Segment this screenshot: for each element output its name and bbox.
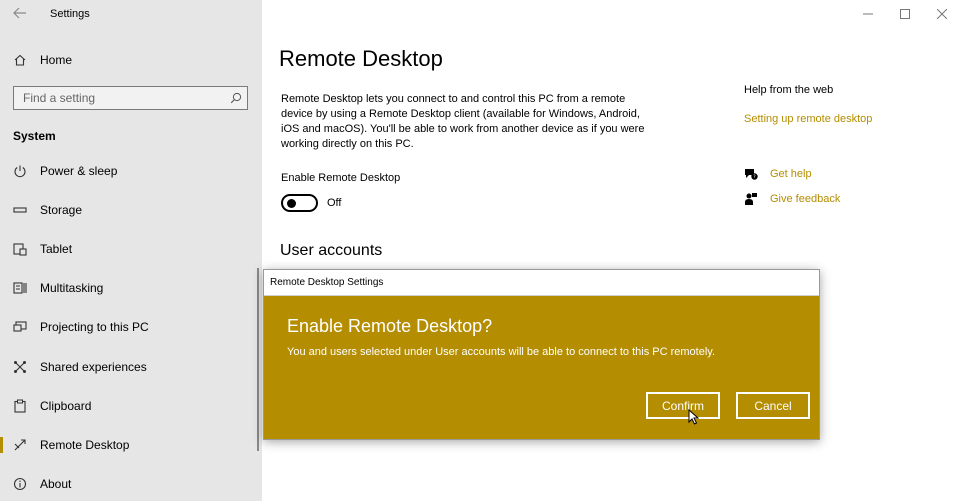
- dialog-message: You and users selected under User accoun…: [287, 346, 716, 358]
- enable-remote-desktop-dialog: Remote Desktop Settings Enable Remote De…: [263, 269, 820, 440]
- dialog-heading: Enable Remote Desktop?: [287, 316, 493, 336]
- maximize-icon: [899, 9, 910, 19]
- remote-desktop-toggle[interactable]: [281, 194, 318, 212]
- power-icon: [0, 164, 40, 178]
- help-title: Help from the web: [744, 84, 834, 96]
- cancel-button[interactable]: Cancel: [736, 392, 810, 419]
- chat-help-icon: ?: [744, 167, 770, 181]
- sidebar-item-label: About: [40, 477, 72, 492]
- get-help-link[interactable]: ? Get help: [744, 167, 812, 181]
- sidebar-item-clipboard[interactable]: Clipboard: [0, 386, 262, 425]
- close-button[interactable]: [923, 0, 960, 28]
- clipboard-icon: [0, 399, 40, 413]
- search-icon[interactable]: [225, 92, 247, 104]
- sidebar-nav: Power & sleep Storage Tablet Multitaskin…: [0, 151, 262, 501]
- sidebar-item-label: Remote Desktop: [40, 437, 130, 452]
- user-accounts-heading: User accounts: [280, 242, 383, 259]
- toggle-state-label: Off: [327, 197, 342, 209]
- info-icon: [0, 477, 40, 491]
- sidebar-item-multitasking[interactable]: Multitasking: [0, 269, 262, 308]
- minimize-icon: [862, 13, 873, 15]
- dialog-title-bar: Remote Desktop Settings: [264, 270, 819, 296]
- sidebar-item-label: Multitasking: [40, 281, 104, 296]
- sidebar-item-storage[interactable]: Storage: [0, 190, 262, 229]
- search-box[interactable]: [13, 86, 248, 110]
- minimize-button[interactable]: [849, 0, 886, 28]
- projecting-icon: [0, 320, 40, 334]
- confirm-button[interactable]: Confirm: [646, 392, 720, 419]
- shared-experiences-icon: [0, 360, 40, 374]
- setup-remote-desktop-link[interactable]: Setting up remote desktop: [744, 113, 872, 125]
- multitasking-icon: [0, 281, 40, 295]
- sidebar-item-remote-desktop[interactable]: Remote Desktop: [0, 425, 262, 464]
- give-feedback-label: Give feedback: [770, 193, 841, 205]
- sidebar-scrollbar[interactable]: [257, 268, 259, 451]
- sidebar: Settings Home System Power & sleep Stora…: [0, 0, 262, 501]
- home-icon: [0, 53, 40, 67]
- app-title: Settings: [50, 8, 90, 20]
- search-input[interactable]: [23, 91, 225, 105]
- nav-home-label: Home: [40, 53, 73, 67]
- page-title: Remote Desktop: [279, 46, 443, 71]
- sidebar-item-label: Power & sleep: [40, 163, 118, 178]
- tablet-icon: [0, 242, 40, 256]
- back-arrow-icon: [13, 7, 26, 19]
- page-description: Remote Desktop lets you connect to and c…: [281, 93, 645, 150]
- sidebar-item-label: Clipboard: [40, 398, 92, 413]
- close-icon: [936, 9, 947, 19]
- remote-desktop-icon: [0, 438, 40, 452]
- sidebar-item-label: Storage: [40, 202, 83, 217]
- toggle-knob: [287, 199, 296, 208]
- get-help-label: Get help: [770, 168, 812, 180]
- sidebar-item-label: Projecting to this PC: [40, 320, 149, 335]
- enable-remote-desktop-label: Enable Remote Desktop: [281, 172, 401, 184]
- section-heading-system: System: [13, 129, 56, 143]
- sidebar-item-label: Shared experiences: [40, 359, 147, 374]
- title-bar: Settings: [0, 0, 262, 28]
- nav-home[interactable]: Home: [0, 48, 262, 72]
- sidebar-item-power-sleep[interactable]: Power & sleep: [0, 151, 262, 190]
- feedback-icon: [744, 192, 770, 206]
- maximize-button[interactable]: [886, 0, 923, 28]
- window-controls: [849, 0, 960, 28]
- sidebar-item-projecting[interactable]: Projecting to this PC: [0, 308, 262, 347]
- sidebar-item-about[interactable]: About: [0, 465, 262, 501]
- mouse-cursor-icon: [688, 409, 700, 425]
- sidebar-item-shared-experiences[interactable]: Shared experiences: [0, 347, 262, 386]
- give-feedback-link[interactable]: Give feedback: [744, 192, 840, 206]
- sidebar-item-label: Tablet: [40, 241, 73, 256]
- storage-icon: [0, 203, 40, 217]
- back-button[interactable]: [10, 5, 30, 23]
- sidebar-item-tablet[interactable]: Tablet: [0, 229, 262, 268]
